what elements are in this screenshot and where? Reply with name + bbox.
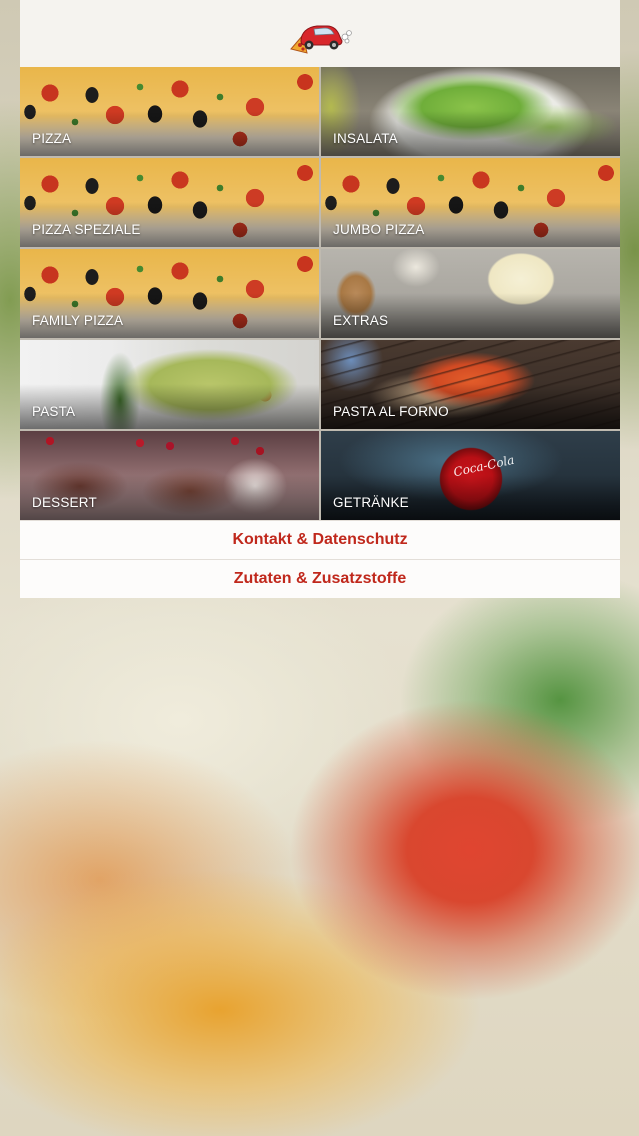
category-tile-dessert[interactable]: DESSERT [20, 431, 319, 520]
footer-links: Kontakt & Datenschutz Zutaten & Zusatzst… [20, 520, 620, 598]
category-label: DESSERT [32, 495, 97, 510]
category-label: PASTA AL FORNO [333, 404, 449, 419]
category-label: INSALATA [333, 131, 398, 146]
category-label: PIZZA SPEZIALE [32, 222, 141, 237]
category-label: PASTA [32, 404, 76, 419]
category-tile-family-pizza[interactable]: FAMILY PIZZA [20, 249, 319, 338]
contact-privacy-link[interactable]: Kontakt & Datenschutz [20, 520, 620, 559]
category-label: GETRÄNKE [333, 495, 409, 510]
category-label: FAMILY PIZZA [32, 313, 124, 328]
category-tile-pasta-al-forno[interactable]: PASTA AL FORNO [321, 340, 620, 429]
category-grid: PIZZA INSALATA PIZZA SPEZIALE JUMBO PIZZ… [20, 67, 620, 520]
category-tile-extras[interactable]: EXTRAS [321, 249, 620, 338]
category-tile-pizza[interactable]: PIZZA [20, 67, 319, 156]
ingredients-additives-link[interactable]: Zutaten & Zusatzstoffe [20, 559, 620, 598]
pizza-delivery-car-logo-icon[interactable] [287, 15, 353, 55]
menu-panel: PIZZA INSALATA PIZZA SPEZIALE JUMBO PIZZ… [20, 0, 620, 598]
app-header [20, 0, 620, 67]
category-label: EXTRAS [333, 313, 389, 328]
category-label: PIZZA [32, 131, 72, 146]
category-label: JUMBO PIZZA [333, 222, 425, 237]
category-tile-jumbo-pizza[interactable]: JUMBO PIZZA [321, 158, 620, 247]
category-tile-pizza-speziale[interactable]: PIZZA SPEZIALE [20, 158, 319, 247]
category-tile-insalata[interactable]: INSALATA [321, 67, 620, 156]
category-tile-getraenke[interactable]: Coca-Cola GETRÄNKE [321, 431, 620, 520]
category-tile-pasta[interactable]: PASTA [20, 340, 319, 429]
